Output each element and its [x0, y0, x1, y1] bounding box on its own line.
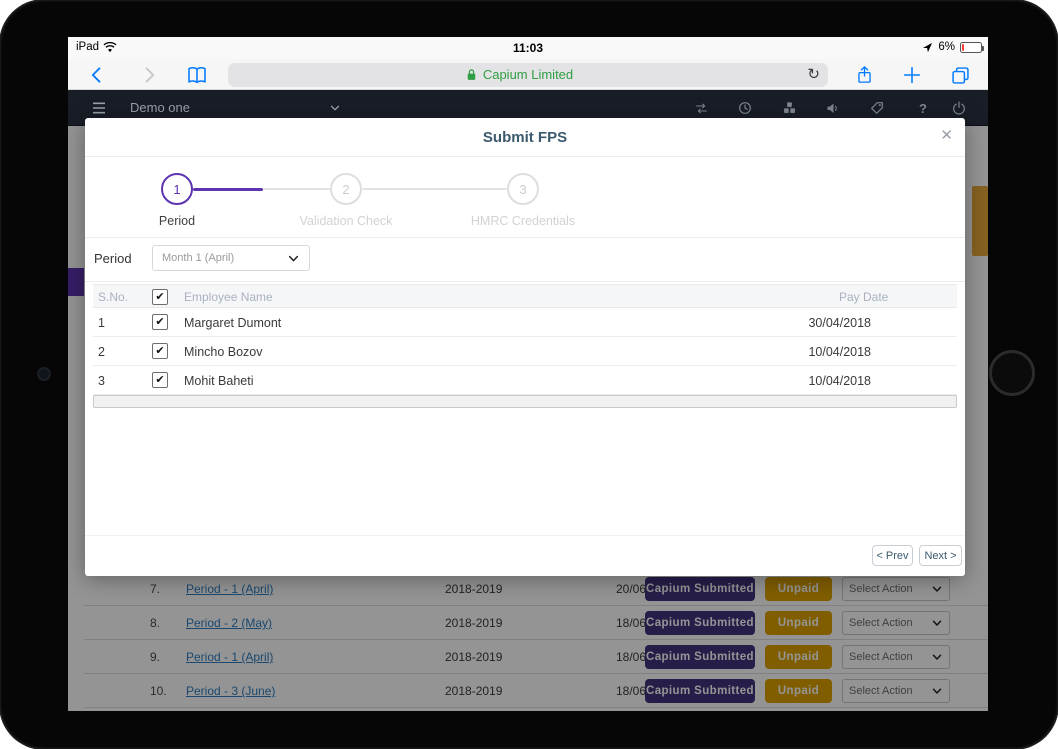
row-number: 2 — [98, 345, 105, 359]
horizontal-scrollbar[interactable] — [93, 395, 957, 408]
employee-table: S.No. ✔ Employee Name Pay Date 1 ✔ Marga… — [93, 284, 957, 395]
employee-row: 1 ✔ Margaret Dumont 30/04/2018 — [93, 308, 957, 337]
step-1-period[interactable]: 1 — [161, 173, 193, 205]
employee-checkbox[interactable]: ✔ — [152, 343, 168, 359]
tag-icon[interactable] — [868, 99, 886, 117]
packages-icon[interactable] — [780, 99, 798, 117]
checkmark: ✔ — [155, 375, 164, 386]
step-number: 1 — [173, 182, 180, 197]
col-pay-date: Pay Date — [839, 290, 888, 304]
announcement-icon[interactable] — [824, 99, 842, 117]
step-label: Validation Check — [276, 214, 416, 228]
new-tab-icon[interactable] — [899, 62, 925, 88]
col-employee-name: Employee Name — [184, 290, 273, 304]
checkmark: ✔ — [155, 292, 164, 303]
next-button[interactable]: Next > — [919, 545, 962, 566]
address-bar[interactable]: Capium Limited ↻ — [228, 63, 828, 87]
front-camera — [39, 369, 49, 379]
modal-title: Submit FPS — [85, 129, 965, 146]
power-icon[interactable] — [950, 99, 968, 117]
step-label: Period — [107, 214, 247, 228]
divider — [85, 156, 965, 157]
pay-date: 10/04/2018 — [808, 374, 871, 388]
clock: 11:03 — [68, 41, 988, 55]
back-button[interactable] — [84, 62, 110, 88]
select-all-checkbox[interactable]: ✔ — [152, 289, 168, 305]
chevron-down-icon[interactable] — [326, 99, 344, 117]
divider — [85, 237, 965, 238]
battery-percent: 6% — [938, 41, 955, 53]
bookmarks-icon[interactable] — [184, 62, 210, 88]
employee-checkbox[interactable]: ✔ — [152, 314, 168, 330]
employee-name: Margaret Dumont — [184, 316, 281, 330]
step-progress-line — [193, 188, 263, 191]
close-icon[interactable]: ✕ — [940, 126, 953, 144]
battery-icon — [960, 42, 982, 53]
row-number: 1 — [98, 316, 105, 330]
site-title: Capium Limited — [228, 67, 828, 82]
divider — [85, 281, 965, 282]
period-dropdown[interactable]: Month 1 (April) — [152, 245, 310, 271]
home-button[interactable] — [989, 350, 1035, 396]
checkmark: ✔ — [155, 317, 164, 328]
row-number: 3 — [98, 374, 105, 388]
share-icon[interactable] — [851, 62, 877, 88]
screen: iPad 11:03 6% — [68, 37, 988, 711]
step-number: 2 — [342, 182, 349, 197]
location-arrow-icon — [922, 42, 933, 53]
col-sno: S.No. — [98, 290, 128, 304]
transfer-icon[interactable] — [692, 99, 710, 117]
checkmark: ✔ — [155, 346, 164, 357]
prev-button[interactable]: < Prev — [872, 545, 913, 566]
ios-status-bar: iPad 11:03 6% — [68, 37, 988, 59]
employee-name: Mincho Bozov — [184, 345, 263, 359]
safari-toolbar: Capium Limited ↻ — [68, 59, 988, 90]
step-line — [263, 188, 330, 190]
employee-row: 3 ✔ Mohit Baheti 10/04/2018 — [93, 366, 957, 395]
step-3-hmrc-credentials[interactable]: 3 — [507, 173, 539, 205]
step-label: HMRC Credentials — [453, 214, 593, 228]
step-number: 3 — [519, 182, 526, 197]
employee-row: 2 ✔ Mincho Bozov 10/04/2018 — [93, 337, 957, 366]
refresh-icon[interactable]: ↻ — [807, 65, 820, 83]
employee-checkbox[interactable]: ✔ — [152, 372, 168, 388]
tabs-icon[interactable] — [947, 62, 973, 88]
step-line — [362, 188, 507, 190]
ipad-screenshot: iPad 11:03 6% — [0, 0, 1058, 749]
company-selector[interactable]: Demo one — [130, 100, 190, 115]
forward-button[interactable] — [136, 62, 162, 88]
modal-footer: < Prev Next > — [85, 535, 965, 576]
help-icon[interactable]: ? — [914, 99, 932, 117]
employee-name: Mohit Baheti — [184, 374, 253, 388]
pay-date: 10/04/2018 — [808, 345, 871, 359]
table-header: S.No. ✔ Employee Name Pay Date — [93, 284, 957, 308]
history-icon[interactable] — [736, 99, 754, 117]
step-2-validation-check[interactable]: 2 — [330, 173, 362, 205]
period-label: Period — [94, 251, 132, 266]
pay-date: 30/04/2018 — [808, 316, 871, 330]
hamburger-menu-icon[interactable] — [90, 99, 108, 117]
period-value: Month 1 (April) — [162, 252, 234, 264]
submit-fps-modal: Submit FPS ✕ 1 2 3 Period Validation Che… — [85, 118, 965, 576]
